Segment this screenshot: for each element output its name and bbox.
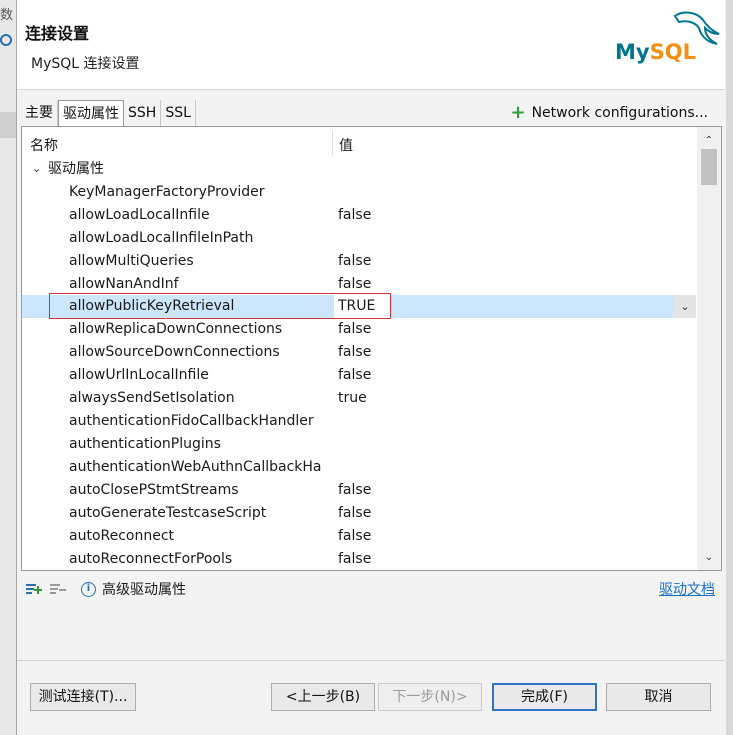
table-row[interactable]: autoReconnectForPools false [22,548,696,570]
dialog-subtitle: MySQL 连接设置 [31,56,140,72]
background-selection [0,112,16,138]
driver-properties-table: 名称 值 ⌄ 驱动属性 KeyManagerFactoryProvider al… [21,126,722,571]
property-group[interactable]: ⌄ 驱动属性 [32,158,104,180]
mysql-logo: MySQL [613,10,725,70]
column-header-value[interactable]: 值 [339,135,353,155]
property-name: allowLoadLocalInfile [69,207,210,223]
back-button[interactable]: <上一步(B) [271,683,375,711]
table-row[interactable]: allowMultiQueries false [22,250,696,273]
scroll-down-icon[interactable]: ⌄ [697,548,721,568]
properties-toolbar: i 高级驱动属性 驱动文档 [25,578,725,600]
search-icon [0,34,12,46]
chevron-down-icon[interactable]: ⌄ [674,295,696,318]
group-label: 驱动属性 [48,161,104,177]
advanced-properties-label: 高级驱动属性 [102,582,186,598]
property-value[interactable]: false [338,318,371,341]
property-value[interactable]: false [338,548,371,570]
property-value[interactable]: false [338,502,371,525]
value-editor-text[interactable]: TRUE [334,295,454,318]
vertical-scrollbar[interactable]: ⌃ ⌄ [697,127,721,570]
table-row[interactable]: allowSourceDownConnections false [22,341,696,364]
dialog-header: 连接设置 MySQL 连接设置 MySQL [17,0,725,90]
remove-property-icon[interactable] [49,581,67,597]
plus-icon: + [510,102,526,123]
property-name: allowPublicKeyRetrieval [69,295,333,318]
property-name: autoReconnect [69,528,175,544]
tab-ssh[interactable]: SSH [124,100,162,126]
property-name: allowUrlInLocalInfile [69,367,209,383]
table-row[interactable]: autoGenerateTestcaseScript false [22,502,696,525]
property-value-editing[interactable]: TRUE [338,295,375,318]
tab-ssl[interactable]: SSL [161,100,196,126]
mysql-wordmark: MySQL [615,40,696,64]
scroll-up-icon[interactable]: ⌃ [697,131,721,151]
table-row[interactable]: authenticationWebAuthnCallbackHa [22,456,696,479]
property-value[interactable]: false [338,364,371,387]
network-configurations-label: Network configurations... [531,105,708,121]
tab-main[interactable]: 主要 [21,100,58,126]
test-connection-button[interactable]: 测试连接(T)... [30,683,136,711]
table-row[interactable]: allowReplicaDownConnections false [22,318,696,341]
table-row[interactable]: authenticationFidoCallbackHandler [22,410,696,433]
property-name: authenticationPlugins [69,436,221,452]
chevron-down-icon[interactable]: ⌄ [32,158,42,180]
property-value[interactable]: false [338,479,371,502]
property-value[interactable]: false [338,525,371,548]
connection-settings-dialog: 连接设置 MySQL 连接设置 MySQL 主要 驱动属性 SSH SSL + … [16,0,726,735]
property-name: allowLoadLocalInfileInPath [69,230,254,246]
property-name: autoReconnectForPools [69,551,233,567]
property-name: authenticationFidoCallbackHandler [69,413,314,429]
network-configurations-button[interactable]: + Network configurations... [510,100,708,126]
property-name: autoClosePStmtStreams [69,482,239,498]
table-row[interactable]: authenticationPlugins [22,433,696,456]
property-name: authenticationWebAuthnCallbackHa [69,459,322,475]
tab-driver-properties[interactable]: 驱动属性 [58,100,124,126]
property-value[interactable]: false [338,341,371,364]
table-row[interactable]: allowLoadLocalInfileInPath [22,227,696,250]
property-name: autoGenerateTestcaseScript [69,505,267,521]
table-row[interactable]: autoReconnect false [22,525,696,548]
scrollbar-thumb[interactable] [701,149,717,185]
background-text: 数 [0,8,14,23]
finish-button[interactable]: 完成(F) [492,683,597,711]
table-row[interactable]: autoClosePStmtStreams false [22,479,696,502]
property-value[interactable]: false [338,273,371,296]
dialog-title: 连接设置 [25,24,90,43]
background-window: 数 [0,0,16,735]
property-name: allowMultiQueries [69,253,194,269]
footer-divider [17,660,725,661]
table-row[interactable]: allowUrlInLocalInfile false [22,364,696,387]
add-property-icon[interactable] [25,581,43,597]
table-row[interactable]: KeyManagerFactoryProvider [22,181,696,204]
property-name: KeyManagerFactoryProvider [69,184,265,200]
info-icon: i [81,581,96,597]
table-row[interactable]: allowLoadLocalInfile false [22,204,696,227]
settings-tabs: 主要 驱动属性 SSH SSL [21,100,196,126]
next-button[interactable]: 下一步(N)> [378,683,482,711]
table-header: 名称 值 [22,127,696,157]
driver-docs-link[interactable]: 驱动文档 [659,579,715,599]
property-name: allowSourceDownConnections [69,344,280,360]
column-header-name[interactable]: 名称 [30,135,58,155]
table-row[interactable]: allowNanAndInf false [22,273,696,296]
property-value[interactable]: true [338,387,367,410]
property-name: allowNanAndInf [69,276,179,292]
property-name: allowReplicaDownConnections [69,321,283,337]
cancel-button[interactable]: 取消 [606,683,711,711]
table-row[interactable]: alwaysSendSetIsolation true [22,387,696,410]
column-divider[interactable] [332,131,333,155]
property-value[interactable]: false [338,204,371,227]
property-name: alwaysSendSetIsolation [69,390,235,406]
property-value[interactable]: false [338,250,371,273]
